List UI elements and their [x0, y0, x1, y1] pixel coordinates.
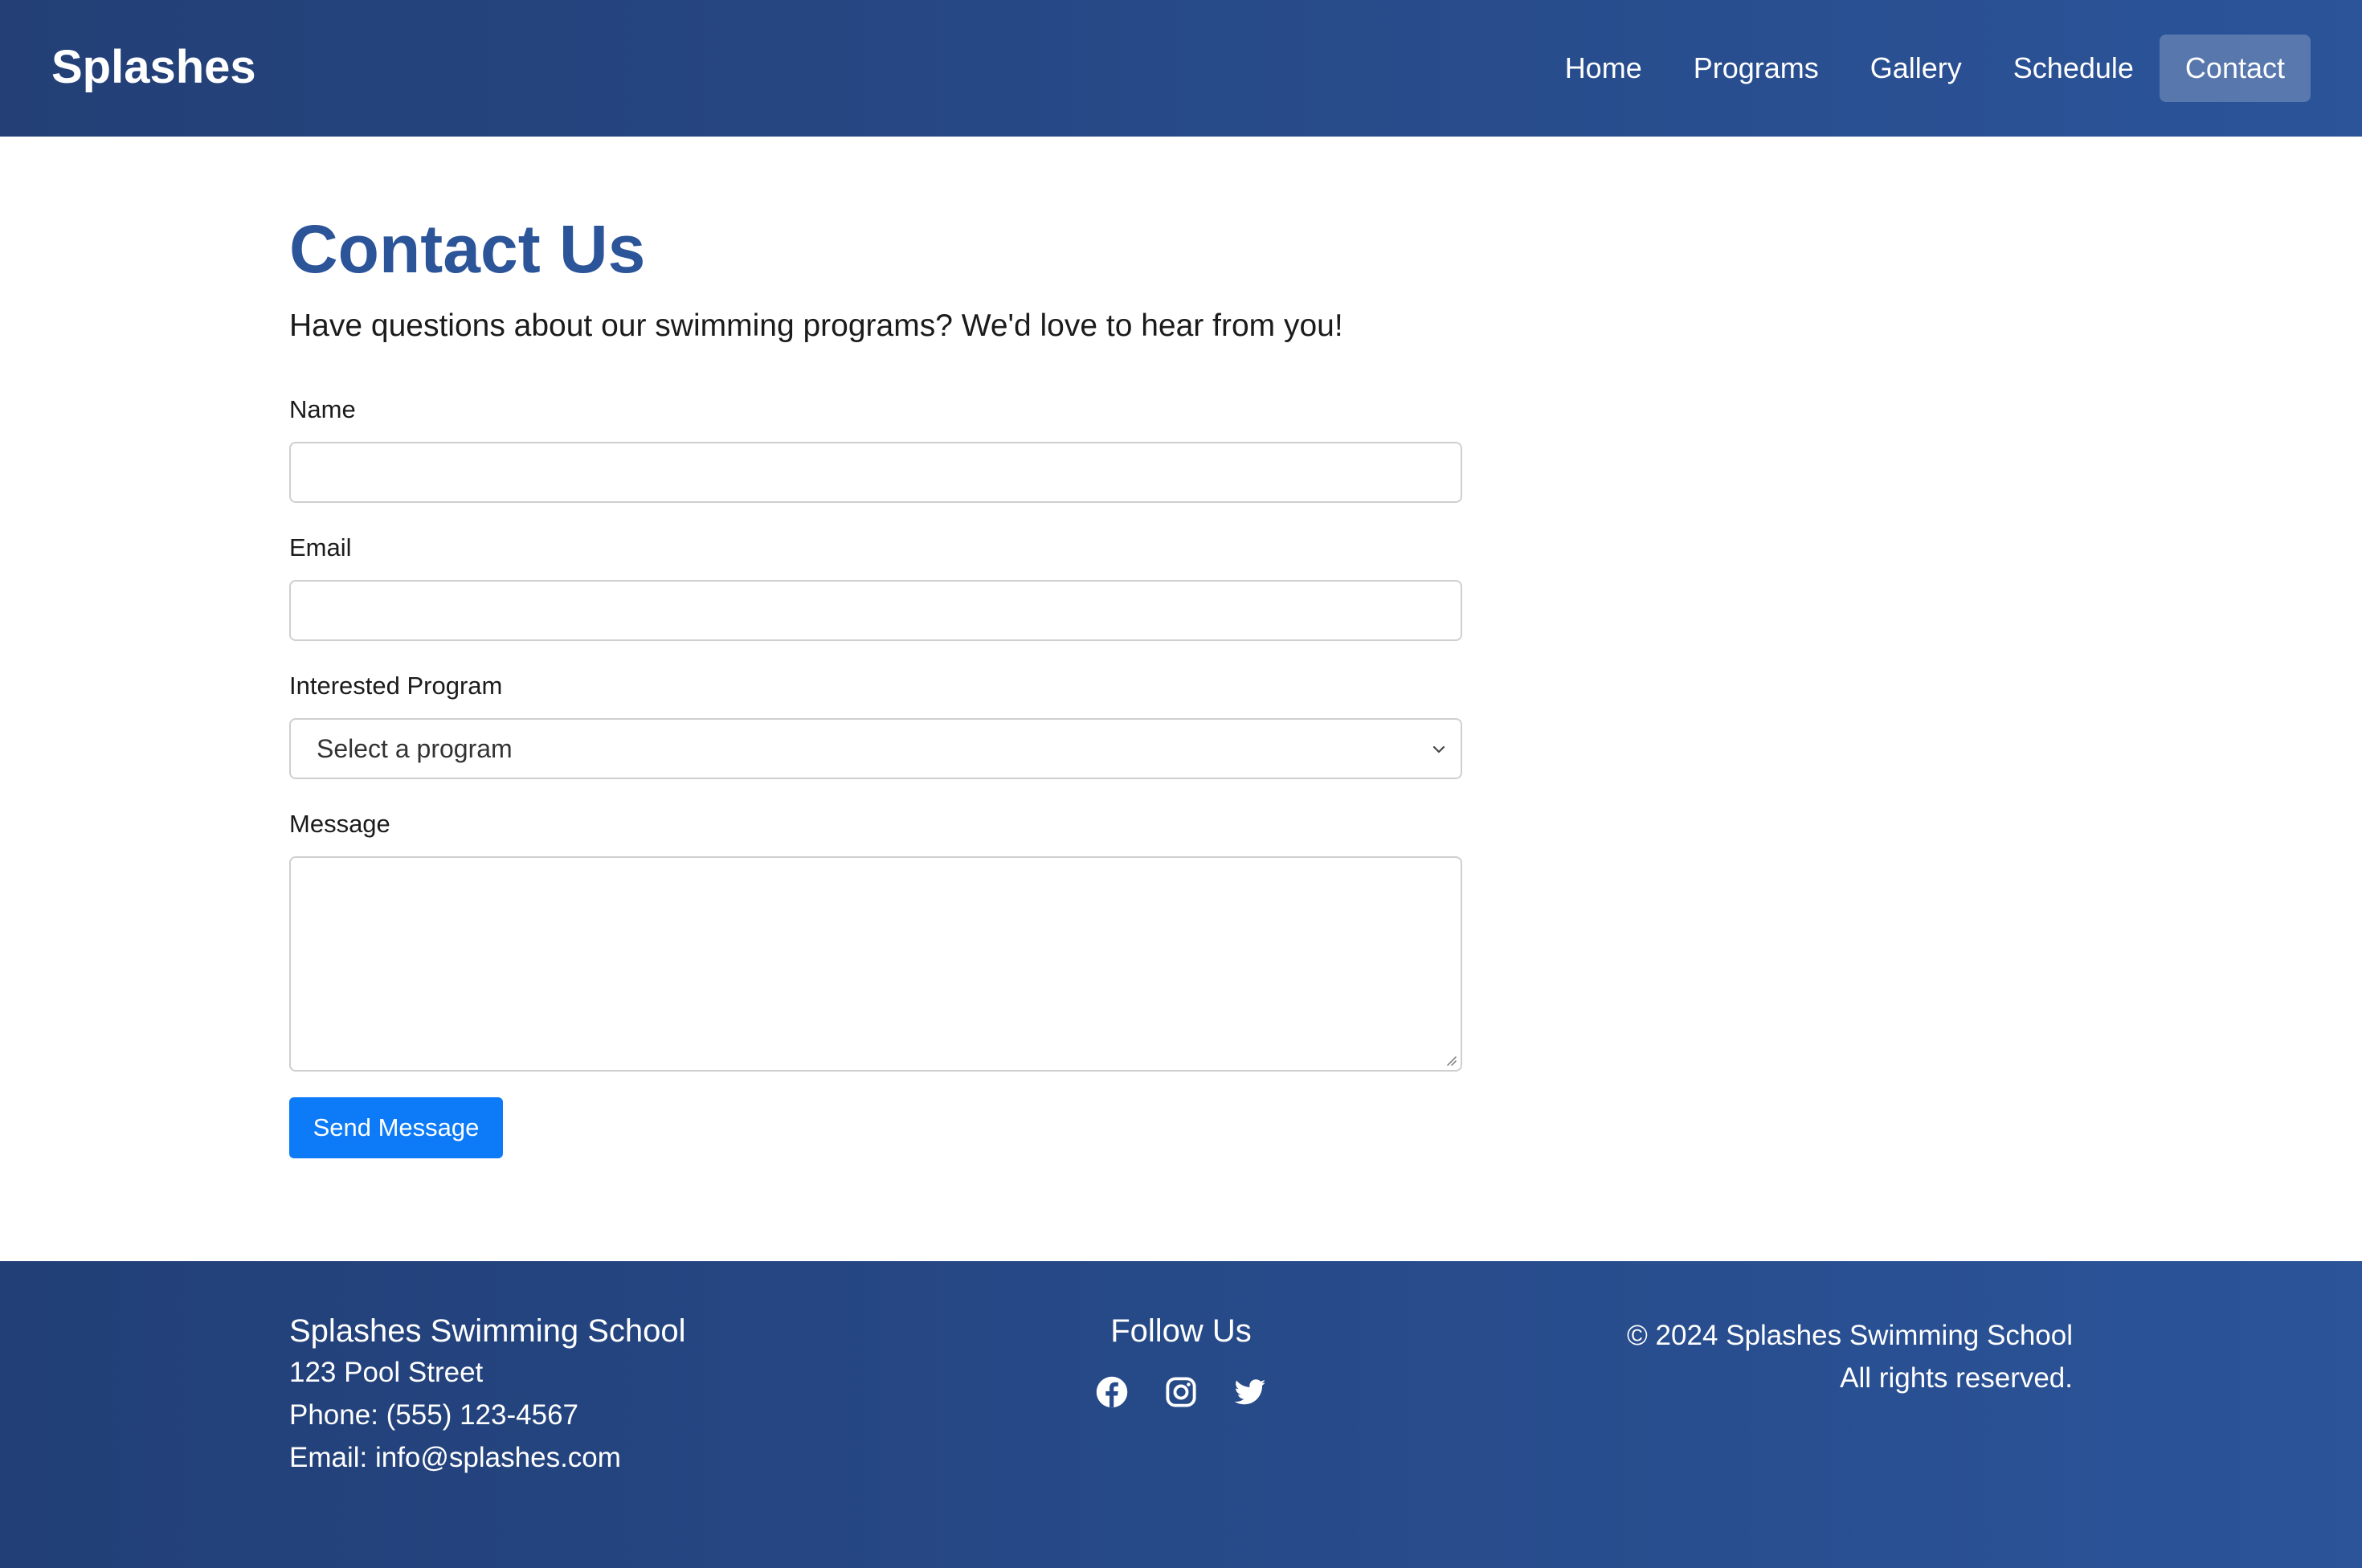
message-textarea[interactable]: [289, 856, 1462, 1072]
rights-text: All rights reserved.: [1840, 1362, 2073, 1394]
main-nav: Home Programs Gallery Schedule Contact: [1539, 35, 2311, 102]
email-label: Email: [289, 533, 352, 561]
nav-item-schedule[interactable]: Schedule: [1988, 35, 2160, 102]
site-logo[interactable]: Splashes: [51, 39, 256, 96]
chevron-down-icon: [1432, 745, 1445, 753]
email-input[interactable]: [289, 580, 1462, 641]
page-title: Contact Us: [289, 211, 646, 287]
message-label: Message: [289, 810, 390, 838]
twitter-icon[interactable]: [1233, 1375, 1267, 1409]
site-footer: Splashes Swimming School 123 Pool Street…: [0, 1261, 2362, 1568]
footer-copyright: © 2024 Splashes Swimming School All righ…: [1627, 1314, 2073, 1399]
send-message-button[interactable]: Send Message: [289, 1097, 503, 1158]
footer-address: 123 Pool Street: [289, 1357, 484, 1388]
footer-social: Follow Us: [1044, 1311, 1318, 1409]
resize-handle-icon[interactable]: [1443, 1052, 1457, 1067]
nav-item-gallery[interactable]: Gallery: [1845, 35, 1988, 102]
site-header: Splashes Home Programs Gallery Schedule …: [0, 0, 2362, 137]
footer-phone: Phone: (555) 123-4567: [289, 1399, 578, 1431]
program-label: Interested Program: [289, 672, 503, 700]
footer-contact-info: Splashes Swimming School 123 Pool Street…: [289, 1311, 686, 1479]
name-label: Name: [289, 395, 356, 423]
footer-email: Email: info@splashes.com: [289, 1442, 621, 1473]
facebook-icon[interactable]: [1095, 1375, 1129, 1409]
program-select[interactable]: Select a program: [289, 718, 1462, 779]
page-subtitle: Have questions about our swimming progra…: [289, 308, 1343, 343]
name-input[interactable]: [289, 442, 1462, 503]
nav-item-home[interactable]: Home: [1539, 35, 1668, 102]
copyright-text: © 2024 Splashes Swimming School: [1627, 1320, 2073, 1351]
program-select-value: Select a program: [317, 733, 513, 763]
instagram-icon[interactable]: [1164, 1375, 1198, 1409]
footer-school-name: Splashes Swimming School: [289, 1313, 686, 1349]
follow-us-title: Follow Us: [1110, 1313, 1252, 1349]
nav-item-contact[interactable]: Contact: [2159, 35, 2311, 102]
nav-item-programs[interactable]: Programs: [1668, 35, 1845, 102]
social-links: [1044, 1375, 1318, 1409]
